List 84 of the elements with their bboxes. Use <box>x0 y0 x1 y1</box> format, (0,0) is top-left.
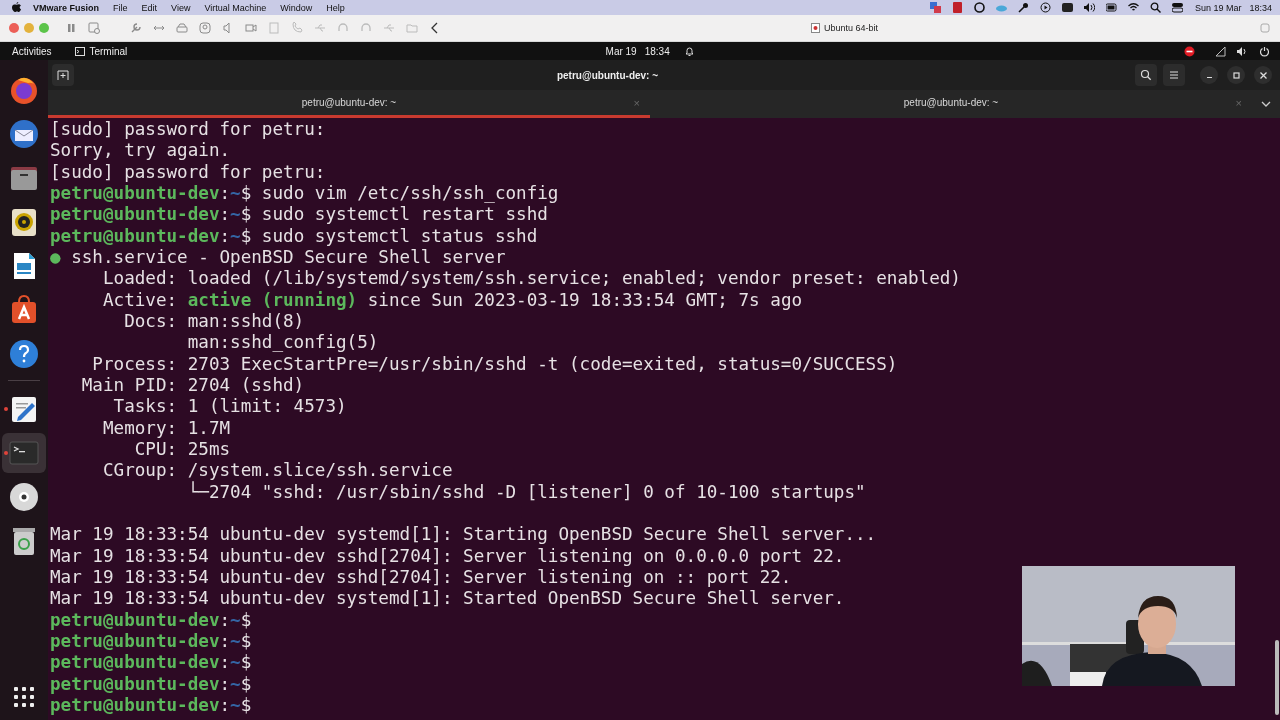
terminal-line: Mar 19 18:33:54 ubuntu-dev sshd[2704]: Server listening on :: port 22. <box>50 566 793 589</box>
terminal-line: [sudo] password for petru: <box>50 119 327 141</box>
battery-icon[interactable] <box>1105 2 1117 13</box>
app-menu-label[interactable]: Terminal <box>89 45 128 57</box>
app-grid-icon[interactable] <box>13 686 35 708</box>
terminal-line: petru@ubuntu-dev:~$ <box>50 694 253 717</box>
terminal-line: petru@ubuntu-dev:~$ <box>50 673 253 695</box>
chevron-down-icon[interactable] <box>1261 100 1271 108</box>
terminal-tab[interactable]: petru@ubuntu-dev: ~ × <box>650 90 1252 118</box>
volume-icon[interactable] <box>1237 45 1248 57</box>
overlap-squares-icon[interactable] <box>929 2 941 13</box>
maximize-icon <box>1231 70 1241 80</box>
play-circle-icon[interactable] <box>1039 2 1051 13</box>
app-menu[interactable]: VMware Fusion <box>33 2 99 13</box>
terminal-line: [sudo] password for petru: <box>50 161 327 183</box>
power-icon[interactable] <box>1259 45 1270 57</box>
mail-icon <box>8 118 40 150</box>
terminal-line: Mar 19 18:33:54 ubuntu-dev systemd[1]: Starting OpenBSD Secure Shell server... <box>50 524 878 546</box>
terminal-line: Main PID: 2704 (sshd) <box>80 374 306 397</box>
terminal-icon <box>75 46 86 56</box>
close-icon <box>1258 70 1268 80</box>
menu-item[interactable]: Virtual Machine <box>204 2 267 13</box>
wifi-icon[interactable] <box>1127 2 1139 13</box>
terminal-line: ● ssh.service - OpenBSD Secure Shell server <box>50 246 507 269</box>
close-light[interactable] <box>9 23 19 33</box>
window-title: Ubuntu 64-bit <box>824 23 879 33</box>
stop-square-icon[interactable] <box>951 2 963 13</box>
tab-label: petru@ubuntu-dev: ~ <box>301 97 397 108</box>
bell-icon[interactable] <box>683 45 695 57</box>
top-bar-clock[interactable]: 18:34 <box>644 45 670 57</box>
terminal-line: CPU: 25ms <box>133 438 232 461</box>
no-entry-icon[interactable] <box>1184 45 1195 57</box>
terminal-line: petru@ubuntu-dev:~$ sudo systemctl status sshd <box>50 225 539 247</box>
terminal-line: Mar 19 18:33:54 ubuntu-dev sshd[2704]: Server listening on 0.0.0.0 port 22. <box>50 545 846 567</box>
menu-item[interactable]: View <box>171 2 191 13</box>
terminal-line: └─2704 "sshd: /usr/sbin/sshd -D [listener] 0 of 10-100 startups" <box>186 481 867 503</box>
apple-logo-icon[interactable] <box>12 2 21 13</box>
volume-icon[interactable] <box>1083 2 1095 13</box>
close-button[interactable] <box>1254 66 1272 84</box>
terminal-line: Active: active (running) since Sun 2023-03-19 18:33:54 GMT; 7s ago <box>101 289 804 311</box>
terminal-line: CGroup: /system.slice/ssh.service <box>101 460 454 481</box>
terminal-line: petru@ubuntu-dev:~$ <box>50 652 253 674</box>
menu-bar-date[interactable]: Sun 19 Mar <box>1194 2 1242 13</box>
terminal-line: Mar 19 18:33:54 ubuntu-dev systemd[1]: Started OpenBSD Secure Shell server. <box>50 588 846 610</box>
new-tab-button[interactable] <box>52 64 74 86</box>
control-center-icon[interactable] <box>1171 2 1183 13</box>
minimize-icon <box>1206 76 1212 79</box>
dark-square-icon[interactable] <box>1061 2 1073 13</box>
disc-icon <box>8 481 40 513</box>
terminal-line: petru@ubuntu-dev:~$ <box>50 630 253 653</box>
document-icon <box>811 23 820 33</box>
scrollbar[interactable] <box>1275 640 1279 715</box>
search-icon[interactable] <box>1149 2 1161 13</box>
terminal-line: Sorry, try again. <box>50 140 232 162</box>
top-bar-date[interactable]: Mar 19 <box>605 45 637 57</box>
terminal-line: petru@ubuntu-dev:~$ sudo vim /etc/ssh/ssh_config <box>50 183 560 205</box>
terminal-line: man:sshd_config(5) <box>186 332 380 354</box>
menu-item[interactable]: Help <box>326 2 345 13</box>
terminal-line: petru@ubuntu-dev:~$ sudo systemctl restart sshd <box>50 204 549 226</box>
camera-icon[interactable] <box>245 22 257 34</box>
circle-logo-icon[interactable] <box>973 2 985 13</box>
tab-label: petru@ubuntu-dev: ~ <box>903 97 999 108</box>
maximize-button[interactable] <box>1227 66 1245 84</box>
key-icon[interactable] <box>1017 2 1029 13</box>
terminal-line: petru@ubuntu-dev:~$ <box>50 609 253 631</box>
search-icon <box>1140 69 1152 81</box>
terminal-line: Loaded: loaded (/lib/systemd/system/ssh.service; enabled; vendor preset: enabled) <box>101 268 962 290</box>
terminal-line: Tasks: 1 (limit: 4573) <box>112 396 348 418</box>
wrench-icon[interactable] <box>130 22 142 34</box>
terminal-line: Process: 2703 ExecStartPre=/usr/sbin/sshd -t (code=exited, status=0/SUCCESS) <box>91 353 899 375</box>
menu-item[interactable]: File <box>113 2 128 13</box>
menu-bar-clock[interactable]: 18:34 <box>1249 2 1272 13</box>
terminal-line: Docs: man:sshd(8) <box>123 310 306 333</box>
activities-button[interactable]: Activities <box>12 45 52 57</box>
help-icon <box>8 338 40 370</box>
menu-item[interactable]: Edit <box>141 2 158 13</box>
terminal-line: Memory: 1.7M <box>101 417 232 439</box>
window-title: petru@ubuntu-dev: ~ <box>555 69 660 81</box>
menu-button[interactable] <box>1163 64 1185 86</box>
menu-icon <box>1168 69 1180 81</box>
plus-tab-icon <box>57 69 69 81</box>
pause-icon[interactable] <box>65 22 77 34</box>
menu-item[interactable]: Window <box>280 2 313 13</box>
search-button[interactable] <box>1135 64 1157 86</box>
